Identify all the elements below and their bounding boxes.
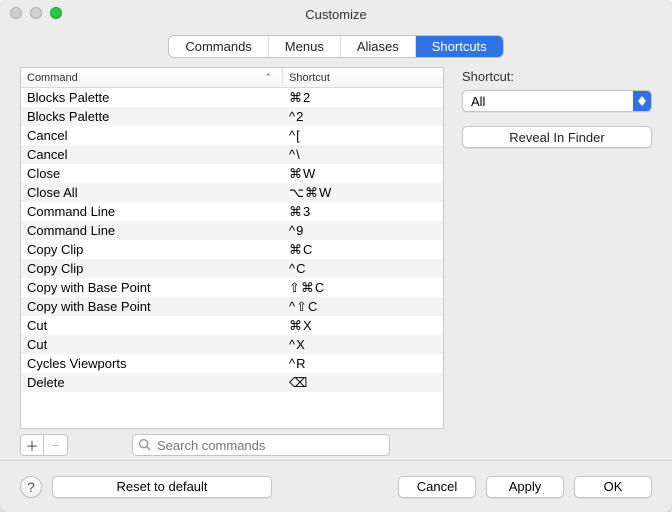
search-input[interactable] [132,434,390,456]
cell-shortcut: ⌘X [283,318,443,334]
shortcut-filter-label: Shortcut: [462,69,652,84]
cell-shortcut: ^⇧C [283,299,443,315]
apply-button[interactable]: Apply [486,476,564,498]
plus-icon: ＋ [25,436,38,455]
tab-aliases[interactable]: Aliases [341,36,416,57]
add-remove-group: ＋ − [20,434,68,456]
window-title: Customize [305,7,366,22]
shortcut-filter-popup[interactable]: All [462,90,652,112]
cell-shortcut: ^R [283,356,443,371]
cell-command: Cut [21,318,283,333]
cell-command: Close [21,166,283,181]
table-body[interactable]: Blocks Palette⌘2Blocks Palette^2Cancel^[… [21,88,443,428]
question-icon: ? [27,479,35,495]
add-button[interactable]: ＋ [20,434,44,456]
table-footer: ＋ − [20,429,444,460]
cell-shortcut: ^9 [283,223,443,238]
ok-button[interactable]: OK [574,476,652,498]
table-row[interactable]: Close All⌥⌘W [21,183,443,202]
cell-command: Cycles Viewports [21,356,283,371]
segmented-control: Commands Menus Aliases Shortcuts [169,36,502,57]
cell-shortcut: ^C [283,261,443,276]
table-row[interactable]: Copy Clip⌘C [21,240,443,259]
table-row[interactable]: Command Line⌘3 [21,202,443,221]
column-header-shortcut[interactable]: Shortcut [283,68,443,87]
table-row[interactable]: Cancel^\ [21,145,443,164]
left-pane: Command ⌃ Shortcut Blocks Palette⌘2Block… [20,67,444,460]
table-row[interactable]: Copy with Base Point^⇧C [21,297,443,316]
cell-shortcut: ⇧⌘C [283,280,443,296]
cell-command: Cancel [21,128,283,143]
table-row[interactable]: Close⌘W [21,164,443,183]
cell-command: Copy with Base Point [21,299,283,314]
table-row[interactable]: Cut⌘X [21,316,443,335]
table-header: Command ⌃ Shortcut [21,68,443,88]
shortcut-filter-value: All [471,94,485,109]
cell-command: Copy with Base Point [21,280,283,295]
reveal-in-finder-button[interactable]: Reveal In Finder [462,126,652,148]
table-row[interactable]: Command Line^9 [21,221,443,240]
cell-command: Blocks Palette [21,90,283,105]
reset-to-default-button[interactable]: Reset to default [52,476,272,498]
minus-icon: − [52,438,60,453]
tab-bar: Commands Menus Aliases Shortcuts [0,28,672,67]
zoom-window-button[interactable] [50,7,62,19]
table-row[interactable]: Copy Clip^C [21,259,443,278]
table-row[interactable]: Delete⌫ [21,373,443,392]
content-area: Command ⌃ Shortcut Blocks Palette⌘2Block… [0,67,672,460]
table-row[interactable]: Cancel^[ [21,126,443,145]
traffic-lights [10,7,62,19]
tab-commands[interactable]: Commands [169,36,268,57]
titlebar: Customize [0,0,672,28]
customize-window: Customize Commands Menus Aliases Shortcu… [0,0,672,512]
close-window-button [10,7,22,19]
cell-shortcut: ^\ [283,147,443,162]
search-icon [138,438,151,451]
column-header-command[interactable]: Command ⌃ [21,68,283,87]
cell-shortcut: ^X [283,337,443,352]
cell-command: Delete [21,375,283,390]
cancel-button[interactable]: Cancel [398,476,476,498]
cell-command: Close All [21,185,283,200]
remove-button: − [44,434,68,456]
cell-command: Command Line [21,204,283,219]
column-header-command-label: Command [27,72,78,84]
table-row[interactable]: Blocks Palette^2 [21,107,443,126]
cell-shortcut: ⌘3 [283,204,443,220]
table-row[interactable]: Cut^X [21,335,443,354]
shortcuts-table: Command ⌃ Shortcut Blocks Palette⌘2Block… [20,67,444,429]
cell-command: Blocks Palette [21,109,283,124]
cell-command: Copy Clip [21,242,283,257]
table-row[interactable]: Cycles Viewports^R [21,354,443,373]
help-button[interactable]: ? [20,476,42,498]
cell-shortcut: ⌘C [283,242,443,258]
tab-menus[interactable]: Menus [269,36,341,57]
tab-shortcuts[interactable]: Shortcuts [416,36,503,57]
search-field [132,434,390,456]
cell-shortcut: ⌘W [283,166,443,182]
right-pane: Shortcut: All Reveal In Finder [462,67,652,460]
table-row[interactable]: Copy with Base Point⇧⌘C [21,278,443,297]
table-row[interactable]: Blocks Palette⌘2 [21,88,443,107]
cell-shortcut: ^2 [283,109,443,124]
cell-shortcut: ^[ [283,128,443,143]
cell-command: Cut [21,337,283,352]
cell-shortcut: ⌘2 [283,90,443,106]
cell-command: Copy Clip [21,261,283,276]
column-header-shortcut-label: Shortcut [289,72,330,84]
cell-command: Cancel [21,147,283,162]
bottom-bar: ? Reset to default Cancel Apply OK [0,460,672,512]
cell-command: Command Line [21,223,283,238]
sort-ascending-icon: ⌃ [264,72,276,83]
cell-shortcut: ⌥⌘W [283,185,443,201]
cell-shortcut: ⌫ [283,375,443,391]
popup-arrows-icon [633,91,651,111]
minimize-window-button [30,7,42,19]
